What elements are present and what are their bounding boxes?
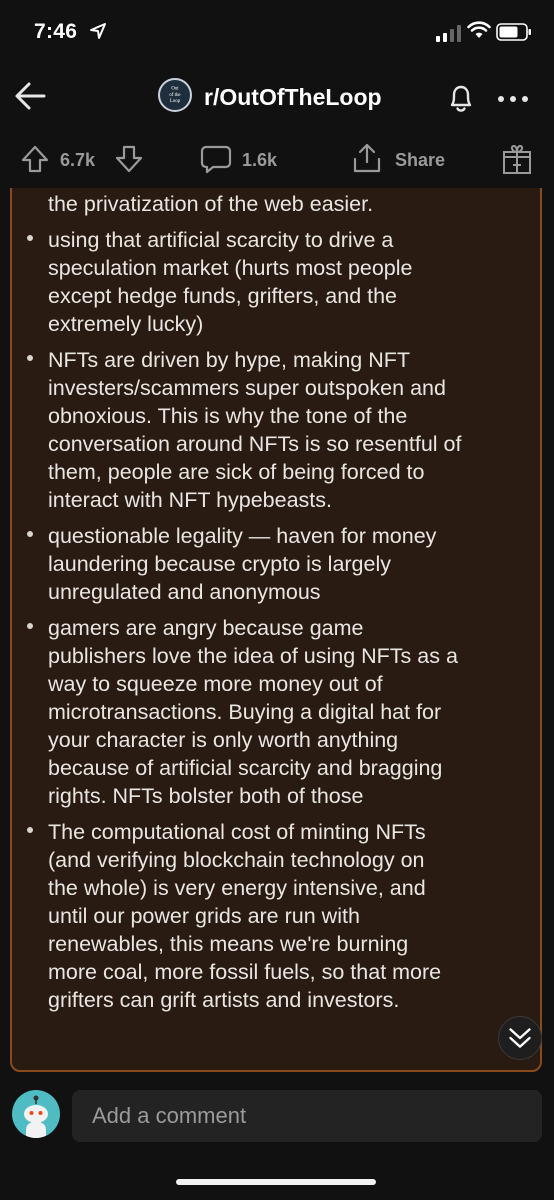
text-line: except hedge funds, grifters, and the <box>48 284 398 308</box>
home-indicator[interactable] <box>176 1179 376 1185</box>
text-line: obnoxious. This is why the tone of the <box>48 404 408 428</box>
post-paragraph: gamers are angry because game publishers … <box>48 614 538 810</box>
bullet-point <box>25 226 35 241</box>
text-line: investers/scammers super outspoken and <box>48 376 446 400</box>
text-line: using that artificial scarcity to drive … <box>48 228 394 252</box>
post-body: the privatization of the web easier. usin… <box>0 188 554 1072</box>
text-line: extremely lucky) <box>48 312 204 336</box>
svg-text:Loop: Loop <box>170 99 181 104</box>
cellular-signal-icon <box>436 25 461 42</box>
downvote-icon[interactable] <box>114 144 144 174</box>
post-action-bar: 6.7k 1.6k Share <box>0 130 554 188</box>
text-line: because of artificial scarcity and bragg… <box>48 756 443 780</box>
text-line: conversation around NFTs is so resentful… <box>48 432 462 456</box>
comment-input[interactable] <box>72 1090 542 1142</box>
comment-count[interactable]: 1.6k <box>242 150 277 171</box>
vote-count: 6.7k <box>60 150 96 170</box>
bullet-point <box>25 614 35 629</box>
text-line: interact with NFT hypebeasts. <box>48 488 333 512</box>
text-line: The computational cost of minting NFTs <box>48 820 426 844</box>
subreddit-header: Out of the Loop r/OutOfTheLoop <box>0 62 554 130</box>
post-paragraph: NFTs are driven by hype, making NFT inves… <box>48 346 538 514</box>
scroll-down-button[interactable] <box>498 1016 542 1060</box>
location-arrow-icon <box>90 23 106 39</box>
share-icon[interactable] <box>352 142 382 174</box>
battery-icon <box>496 23 531 41</box>
award-gift-icon[interactable] <box>502 143 532 175</box>
wifi-icon <box>467 21 491 38</box>
snoo-avatar-icon <box>24 1095 48 1138</box>
text-line: renewables, this means we're burning <box>48 932 409 956</box>
bullet-point <box>25 346 35 361</box>
status-time: 7:46 <box>34 20 78 43</box>
text-line: way to squeeze more money out of <box>48 672 383 696</box>
text-line: publishers love the idea of using NFTs a… <box>48 644 458 668</box>
text-line: NFTs are driven by hype, making NFT <box>48 348 411 372</box>
user-avatar[interactable] <box>12 1090 60 1138</box>
text-line: your character is only worth anything <box>48 728 399 752</box>
status-bar: 7:46 <box>0 0 554 62</box>
text-line: them, people are sick of being forced to <box>48 460 425 484</box>
text-line: laundering because crypto is largely <box>48 552 392 576</box>
more-options-icon[interactable] <box>496 94 530 104</box>
text-line: until our power grids are run with <box>48 904 360 928</box>
text-line: microtransactions. Buying a digital hat … <box>48 700 442 724</box>
text-line: more coal, more fossil fuels, so that mo… <box>48 960 442 984</box>
double-chevron-down-icon <box>509 1028 531 1048</box>
text-line: the whole) is very energy intensive, and <box>48 876 426 900</box>
text-line: gamers are angry because game <box>48 616 364 640</box>
text-line: (and verifying blockchain technology on <box>48 848 425 872</box>
comment-icon[interactable] <box>200 144 232 174</box>
subreddit-name[interactable]: r/OutOfTheLoop <box>204 84 382 111</box>
bullet-point <box>25 818 35 833</box>
share-button[interactable]: Share <box>395 150 445 171</box>
svg-text:of the: of the <box>169 93 180 98</box>
post-paragraph: the privatization of the web easier. <box>48 190 538 218</box>
text-line: unregulated and anonymous <box>48 580 321 604</box>
upvote-icon[interactable] <box>20 144 50 174</box>
text-line: the privatization of the web easier. <box>48 192 374 216</box>
post-paragraph: using that artificial scarcity to drive … <box>48 226 538 338</box>
text-line: speculation market (hurts most people <box>48 256 413 280</box>
back-arrow-icon[interactable] <box>12 78 48 114</box>
bullet-point <box>25 522 35 537</box>
svg-text:Out: Out <box>171 87 179 92</box>
post-paragraph: The computational cost of minting NFTs (a… <box>48 818 538 1014</box>
post-paragraph: questionable legality — haven for money l… <box>48 522 538 606</box>
subreddit-avatar[interactable]: Out of the Loop <box>158 78 192 112</box>
bell-icon[interactable] <box>444 80 478 114</box>
text-line: grifters can grift artists and investors… <box>48 988 400 1012</box>
text-line: rights. NFTs bolster both of those <box>48 784 364 808</box>
text-line: questionable legality — haven for money <box>48 524 437 548</box>
